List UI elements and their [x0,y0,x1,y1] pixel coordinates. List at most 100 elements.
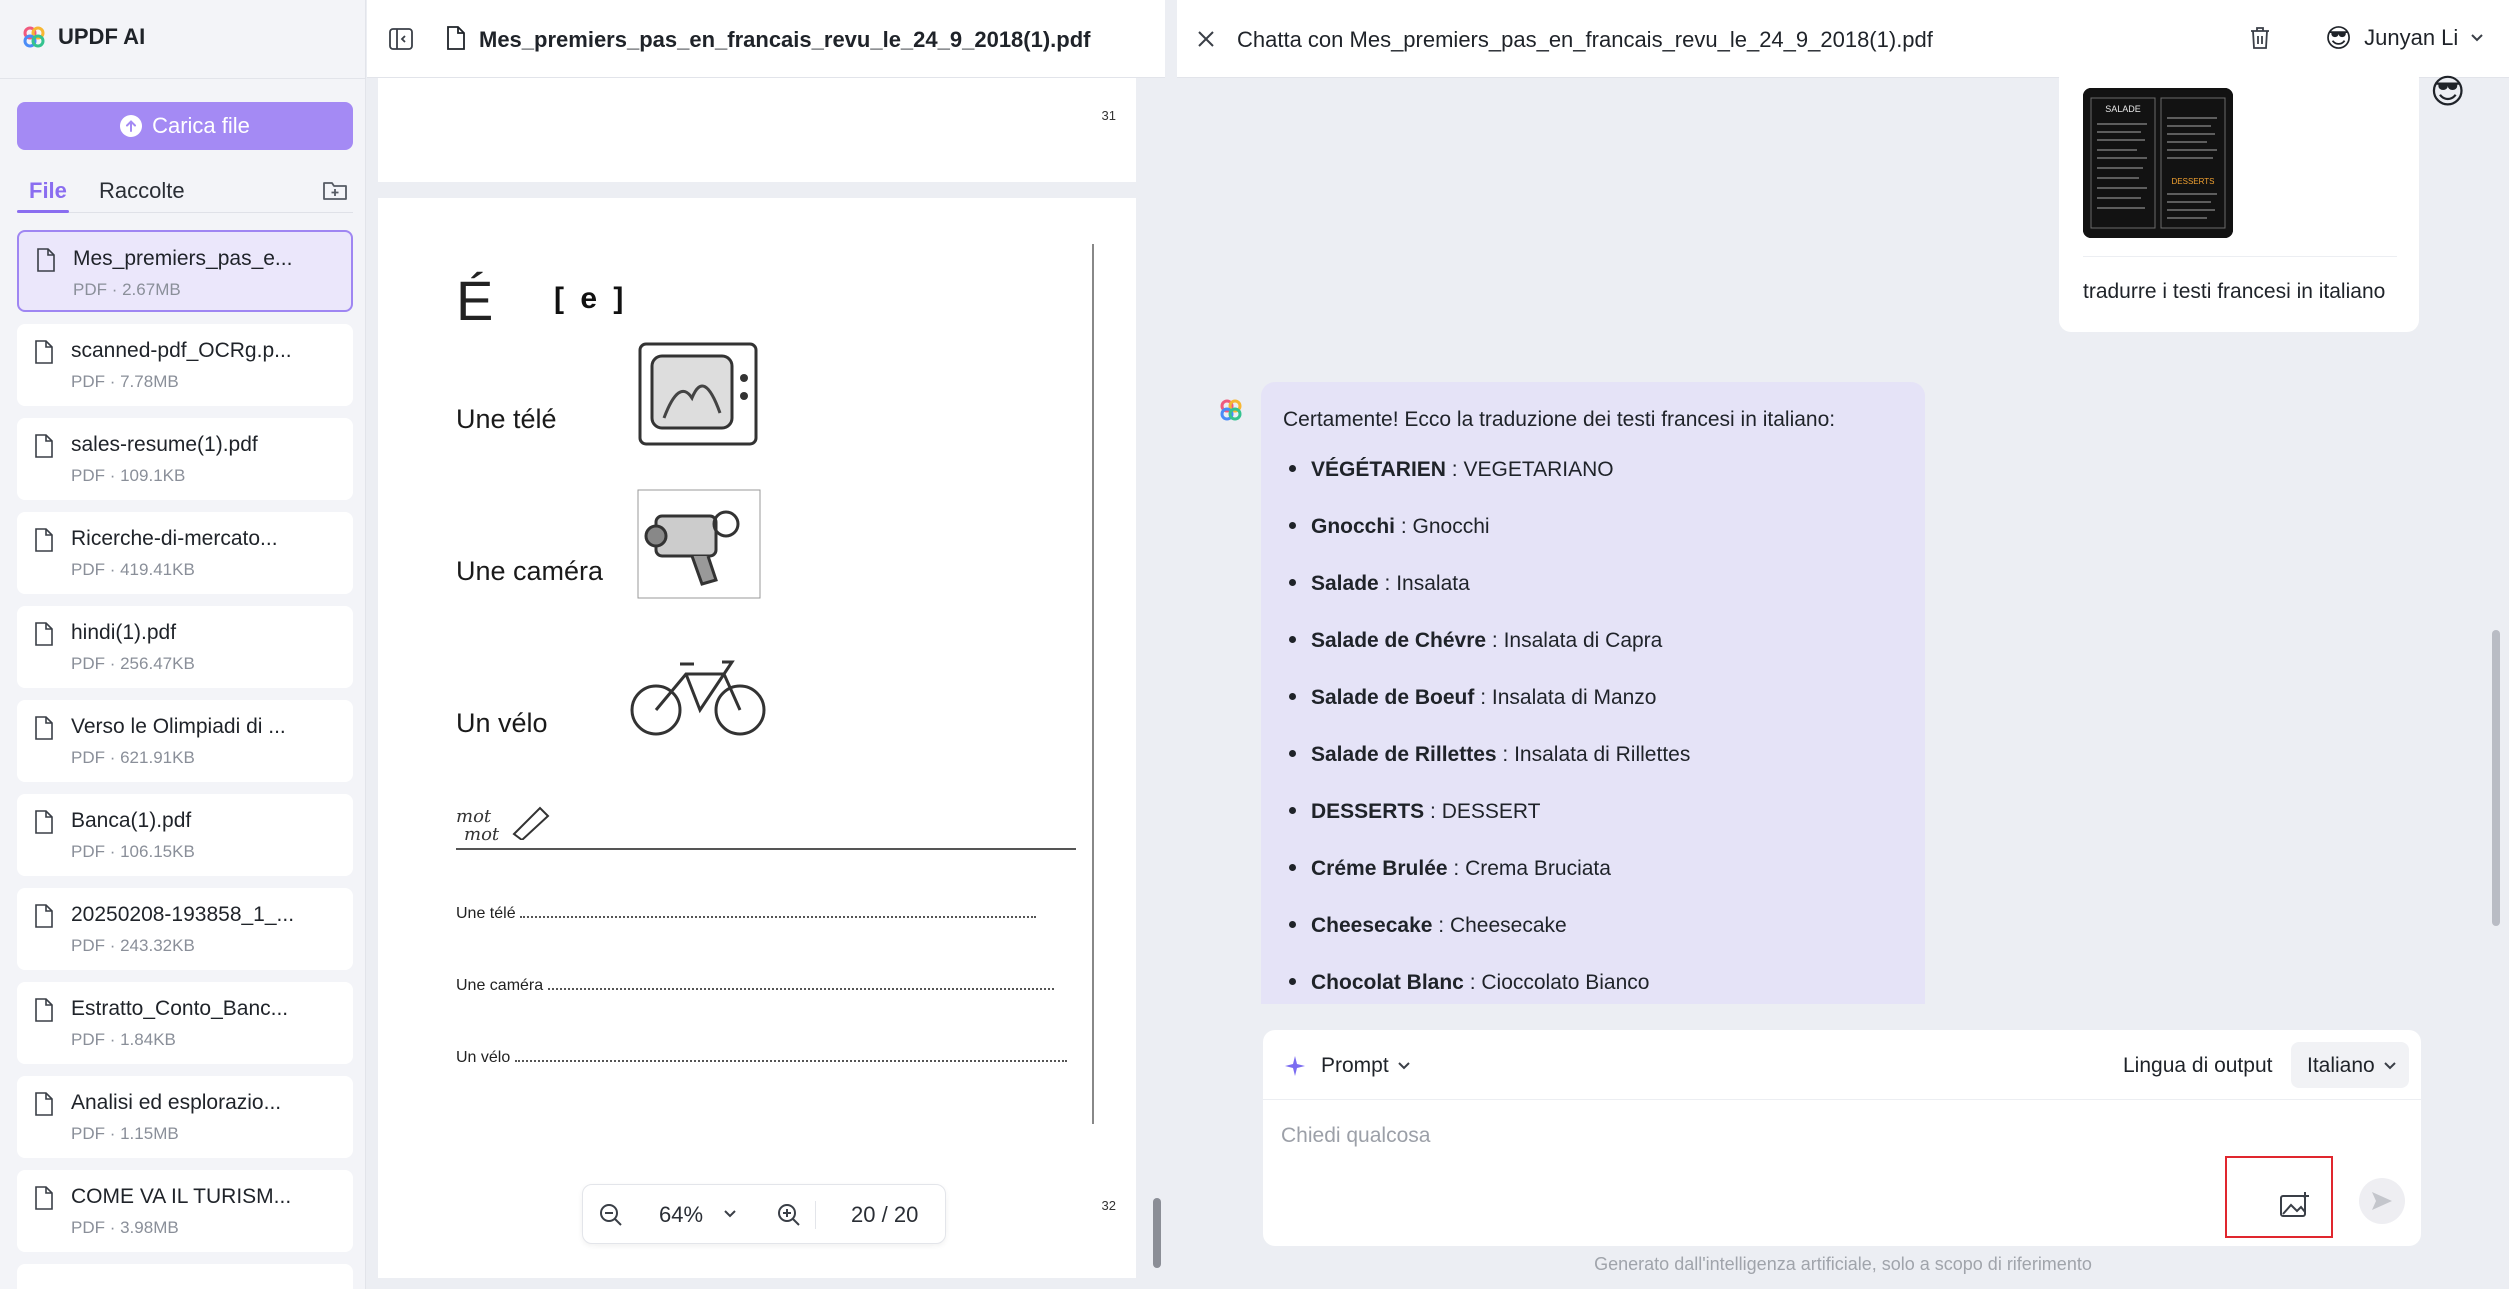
file-name: Banca(1).pdf [71,809,192,832]
close-icon[interactable] [1197,30,1215,48]
file-meta: PDF · 621.91KB [71,748,195,767]
chevron-down-icon[interactable] [1397,1061,1411,1071]
file-item-partial[interactable] [17,1264,353,1289]
list-item: DESSERTS : DESSERT [1283,800,1690,857]
sidebar-toggle-icon[interactable] [389,28,413,50]
menu-image: SALADE DESSERTS [2083,88,2233,238]
output-language-label: Lingua di output [2123,1054,2273,1077]
chevron-down-icon[interactable] [723,1209,737,1219]
upload-image-button[interactable] [2225,1156,2333,1238]
file-name: scanned-pdf_OCRg.p... [71,339,292,362]
page-frame-line [1092,244,1094,1124]
new-folder-icon[interactable] [322,178,348,202]
fill-label: Une caméra [456,977,544,994]
bullet [1289,579,1296,586]
user-name: Junyan Li [2364,25,2459,50]
tab-file[interactable]: File [29,178,67,204]
file-item[interactable]: Estratto_Conto_Banc... PDF · 1.84KB [17,982,353,1064]
composer-toolbar: Prompt Lingua di output Italiano [1263,1030,2421,1100]
viewer-scrollbar-thumb[interactable] [1153,1198,1161,1268]
upload-file-button[interactable]: Carica file [17,102,353,150]
sidebar: UPDF AI Carica file File Raccolte Mes_pr… [0,0,366,1289]
ai-intro: Certamente! Ecco la traduzione dei testi… [1283,408,1836,431]
french-term: Cheesecake [1311,914,1433,937]
app-window: UPDF AI Carica file File Raccolte Mes_pr… [0,0,2509,1289]
file-name: Mes_premiers_pas_e... [73,247,293,270]
file-item[interactable]: 20250208-193858_1_... PDF · 243.32KB [17,888,353,970]
file-item[interactable]: Verso le Olimpiadi di ... PDF · 621.91KB [17,700,353,782]
french-term: Gnocchi [1311,515,1396,538]
file-item[interactable]: Mes_premiers_pas_e... PDF · 2.67MB [17,230,353,312]
page-indicator: 20 / 20 [851,1202,918,1228]
chevron-down-icon [2384,1062,2396,1070]
output-language-select[interactable]: Italiano [2291,1042,2409,1088]
zoom-in-icon[interactable] [775,1201,803,1229]
zoom-toolbar: 64% 20 / 20 [582,1184,946,1244]
italian-term: : VEGETARIANO [1445,458,1614,481]
prompt-dropdown[interactable]: Prompt [1321,1054,1389,1078]
file-item[interactable]: Analisi ed esplorazio... PDF · 1.15MB [17,1076,353,1158]
file-item[interactable]: hindi(1).pdf PDF · 256.47KB [17,606,353,688]
file-meta: PDF · 2.67MB [73,280,181,299]
upload-label: Carica file [152,113,250,138]
french-term: Salade de Boeuf [1311,686,1475,709]
motmot-line: mot [464,824,500,845]
thumb-label: DESSERTS [2172,177,2215,186]
updf-logo-icon [23,26,45,48]
file-icon [35,716,53,740]
bullet [1289,864,1296,871]
page-phoneme: [ e ] [554,282,628,315]
file-icon [35,528,53,552]
list-item: Salade : Insalata [1283,572,1690,629]
user-menu[interactable]: 😎 Junyan Li [2325,24,2484,52]
send-button[interactable] [2359,1178,2405,1224]
file-name: hindi(1).pdf [71,621,177,644]
page-separator: / [881,1202,888,1227]
user-message: SALADE DESSERTS tradurre i testi frances… [2059,66,2419,332]
file-meta: PDF · 3.98MB [71,1218,179,1237]
bullet [1289,807,1296,814]
bullet [1289,636,1296,643]
file-icon [35,904,53,928]
fill-label: Une télé [456,905,516,922]
file-meta: PDF · 1.84KB [71,1030,176,1049]
french-term: DESSERTS [1311,800,1425,823]
chat-scrollbar-thumb[interactable] [2492,630,2500,926]
zoom-level[interactable]: 64% [659,1202,703,1228]
french-term: Créme Brulée [1311,857,1448,880]
file-name: Estratto_Conto_Banc... [71,997,289,1020]
italian-term: : Insalata di Capra [1486,629,1663,652]
output-language-value: Italiano [2307,1054,2375,1077]
file-icon [35,434,53,458]
file-item[interactable]: Banca(1).pdf PDF · 106.15KB [17,794,353,876]
pdf-page-previous: 31 [378,78,1136,182]
trash-icon[interactable] [2249,26,2271,50]
file-item[interactable]: scanned-pdf_OCRg.p... PDF · 7.78MB [17,324,353,406]
chat-panel: Chatta con Mes_premiers_pas_en_francais_… [1177,0,2509,1289]
pdf-viewer: Mes_premiers_pas_en_francais_revu_le_24_… [367,0,1165,1289]
user-message-text: tradurre i testi francesi in italiano [2083,280,2386,303]
file-meta: PDF · 106.15KB [71,842,195,861]
fill-row: Un vélo [456,1048,1067,1067]
chat-input[interactable]: Chiedi qualcosa [1281,1124,1430,1148]
file-item[interactable]: COME VA IL TURISM... PDF · 3.98MB [17,1170,353,1252]
page-word: Une télé [456,404,557,434]
fill-row: Une caméra [456,976,1054,995]
fill-dots [514,1048,1067,1062]
user-avatar: 😎 [2430,73,2466,111]
french-term: Salade [1311,572,1379,595]
file-item[interactable]: sales-resume(1).pdf PDF · 109.1KB [17,418,353,500]
zoom-out-icon[interactable] [597,1201,625,1229]
attached-image-thumbnail[interactable]: SALADE DESSERTS [2083,88,2233,238]
page-word: Un vélo [456,708,548,738]
page-motmot: mot mot [456,808,499,844]
file-item[interactable]: Ricerche-di-mercato... PDF · 419.41KB [17,512,353,594]
list-item: Créme Brulée : Crema Bruciata [1283,857,1690,914]
page-current[interactable]: 20 [851,1202,875,1227]
bullet [1289,750,1296,757]
tab-raccolte[interactable]: Raccolte [99,178,185,204]
bullet [1289,465,1296,472]
chat-title: Chatta con Mes_premiers_pas_en_francais_… [1237,27,1933,52]
bullet [1289,921,1296,928]
document-icon [447,26,465,50]
